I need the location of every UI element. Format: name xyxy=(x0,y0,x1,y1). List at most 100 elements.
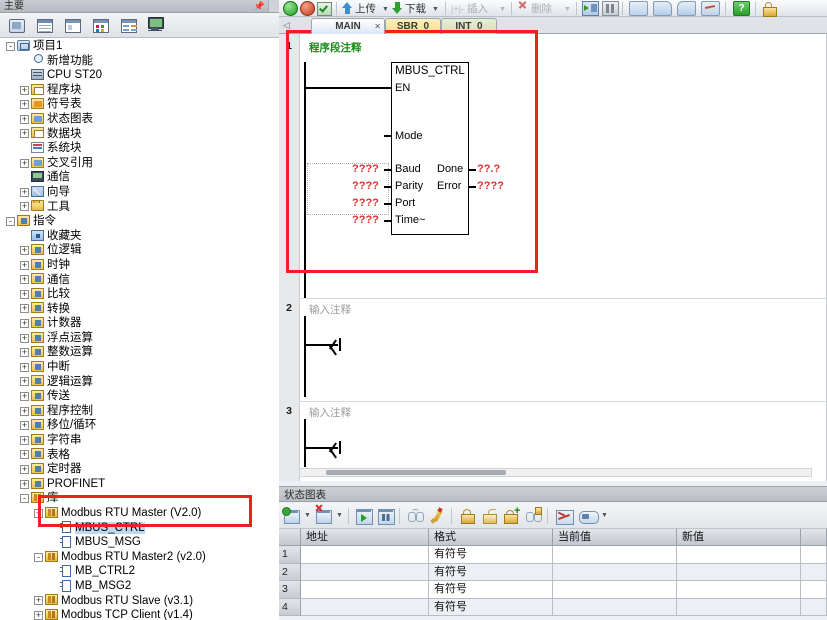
tree-item[interactable]: MBUS_CTRL xyxy=(0,521,279,536)
upload-dropdown-icon[interactable]: ▼ xyxy=(382,6,389,13)
pin-timeout-value[interactable]: ???? xyxy=(352,214,379,226)
data-block-icon[interactable] xyxy=(88,16,114,37)
tree-item[interactable]: CPU ST20 xyxy=(0,68,279,83)
tree-item[interactable]: 系统块 xyxy=(0,141,279,156)
tree-item[interactable]: +通信 xyxy=(0,273,279,288)
ladder-editor[interactable]: 1 程序段注释 MBUS_CTRL EN Mode ???? Baud ????… xyxy=(279,34,827,481)
expand-icon[interactable]: + xyxy=(20,261,29,270)
tree-item[interactable]: +向导 xyxy=(0,185,279,200)
expand-icon[interactable]: + xyxy=(20,188,29,197)
cell-address[interactable] xyxy=(301,564,429,582)
trend-view-icon[interactable] xyxy=(555,507,573,525)
expand-icon[interactable]: + xyxy=(20,480,29,489)
ladder-horizontal-scrollbar[interactable] xyxy=(299,468,812,477)
close-icon[interactable]: ✕ xyxy=(374,19,381,35)
table-row[interactable]: 1有符号 xyxy=(279,546,827,564)
expand-icon[interactable]: + xyxy=(20,363,29,372)
cell-new-value[interactable] xyxy=(677,564,801,582)
insert-row-dropdown-icon[interactable]: ▼ xyxy=(304,512,311,519)
stop-icon[interactable] xyxy=(300,1,315,16)
project-tree[interactable]: -项目1新增功能CPU ST20+程序块+符号表+状态图表+数据块系统块+交叉引… xyxy=(0,39,279,620)
cell-format[interactable]: 有符号 xyxy=(429,564,553,582)
tree-item[interactable]: MB_CTRL2 xyxy=(0,564,279,579)
tree-item[interactable]: +移位/循环 xyxy=(0,418,279,433)
tree-item[interactable]: +比较 xyxy=(0,287,279,302)
pin-icon[interactable]: 📌 xyxy=(254,1,265,12)
pin-parity-value[interactable]: ???? xyxy=(352,180,379,192)
single-read-icon[interactable] xyxy=(407,507,425,525)
expand-icon[interactable]: + xyxy=(20,407,29,416)
cross-reference-icon[interactable] xyxy=(116,16,142,37)
pin-baud-value[interactable]: ???? xyxy=(352,163,379,175)
network-3-comment[interactable]: 输入注释 xyxy=(309,405,351,420)
tree-item[interactable]: +工具 xyxy=(0,200,279,215)
expand-icon[interactable]: + xyxy=(20,465,29,474)
program-status-icon[interactable] xyxy=(582,1,599,16)
pin-port-value[interactable]: ???? xyxy=(352,197,379,209)
network-2-jump-arrow[interactable] xyxy=(306,339,346,355)
tree-item[interactable]: +程序控制 xyxy=(0,404,279,419)
cell-address[interactable] xyxy=(301,599,429,617)
insert-row-icon[interactable] xyxy=(283,507,301,525)
tree-item[interactable]: 收藏夹 xyxy=(0,229,279,244)
program-block-icon[interactable] xyxy=(4,16,30,37)
cell-current-value[interactable] xyxy=(553,599,677,617)
table-row[interactable]: 2有符号 xyxy=(279,564,827,582)
tree-item[interactable]: +计数器 xyxy=(0,316,279,331)
view-stl-icon[interactable] xyxy=(677,1,696,16)
pin-done-value[interactable]: ??.? xyxy=(477,163,500,175)
delete-row-dropdown-icon[interactable]: ▼ xyxy=(336,512,343,519)
help-icon[interactable]: ? xyxy=(733,1,750,16)
expand-icon[interactable]: + xyxy=(20,436,29,445)
expand-icon[interactable]: + xyxy=(20,246,29,255)
expand-icon[interactable]: + xyxy=(20,159,29,168)
download-dropdown-icon[interactable]: ▼ xyxy=(432,6,439,13)
expand-icon[interactable]: + xyxy=(20,348,29,357)
tree-item[interactable]: -项目1 xyxy=(0,39,279,54)
tree-item[interactable]: -Modbus RTU Master2 (v2.0) xyxy=(0,550,279,565)
expand-icon[interactable]: + xyxy=(20,275,29,284)
delete-dropdown-icon[interactable]: ▼ xyxy=(564,6,571,13)
network-2-comment[interactable]: 输入注释 xyxy=(309,302,351,317)
tree-item[interactable]: -指令 xyxy=(0,214,279,229)
tree-item[interactable]: -库 xyxy=(0,491,279,506)
collapse-icon[interactable]: - xyxy=(6,217,15,226)
tree-item[interactable]: +数据块 xyxy=(0,127,279,142)
delete-button[interactable]: 删除 xyxy=(517,1,552,16)
nav-left-icon[interactable]: ◁ xyxy=(281,19,292,32)
expand-icon[interactable]: + xyxy=(20,304,29,313)
tree-item[interactable]: +传送 xyxy=(0,389,279,404)
start-monitor-icon[interactable] xyxy=(355,507,373,525)
header-new-value[interactable]: 新值 xyxy=(677,529,801,546)
tree-item[interactable]: +状态图表 xyxy=(0,112,279,127)
header-address[interactable]: 地址 xyxy=(301,529,429,546)
cell-new-value[interactable] xyxy=(677,546,801,564)
force-new-icon[interactable]: + xyxy=(503,507,521,525)
view-ladder-icon[interactable] xyxy=(629,1,648,16)
cell-address[interactable] xyxy=(301,581,429,599)
tree-item[interactable]: +定时器 xyxy=(0,462,279,477)
tree-item[interactable]: +表格 xyxy=(0,448,279,463)
tree-item[interactable]: +中断 xyxy=(0,360,279,375)
cell-current-value[interactable] xyxy=(553,564,677,582)
tree-item[interactable]: +PROFINET xyxy=(0,477,279,492)
tree-item[interactable]: MB_MSG2 xyxy=(0,579,279,594)
run-icon[interactable] xyxy=(283,1,298,16)
expand-icon[interactable]: + xyxy=(34,509,43,518)
compile-icon[interactable] xyxy=(317,1,332,16)
tree-item[interactable]: +Modbus RTU Slave (v3.1) xyxy=(0,594,279,609)
upload-button[interactable]: 上传 xyxy=(342,1,376,16)
table-row[interactable]: 3有符号 xyxy=(279,581,827,599)
cell-new-value[interactable] xyxy=(677,599,801,617)
expand-icon[interactable]: + xyxy=(20,202,29,211)
tree-item[interactable]: +整数运算 xyxy=(0,345,279,360)
cell-current-value[interactable] xyxy=(553,581,677,599)
tree-item[interactable]: 新增功能 xyxy=(0,54,279,69)
network-1-comment[interactable]: 程序段注释 xyxy=(309,40,362,55)
tab-sbr0[interactable]: SBR_0 xyxy=(385,18,441,34)
cell-new-value[interactable] xyxy=(677,581,801,599)
tab-int0[interactable]: INT_0 xyxy=(441,18,497,34)
expand-icon[interactable]: + xyxy=(20,421,29,430)
expand-icon[interactable]: + xyxy=(34,596,43,605)
expand-icon[interactable]: + xyxy=(20,392,29,401)
